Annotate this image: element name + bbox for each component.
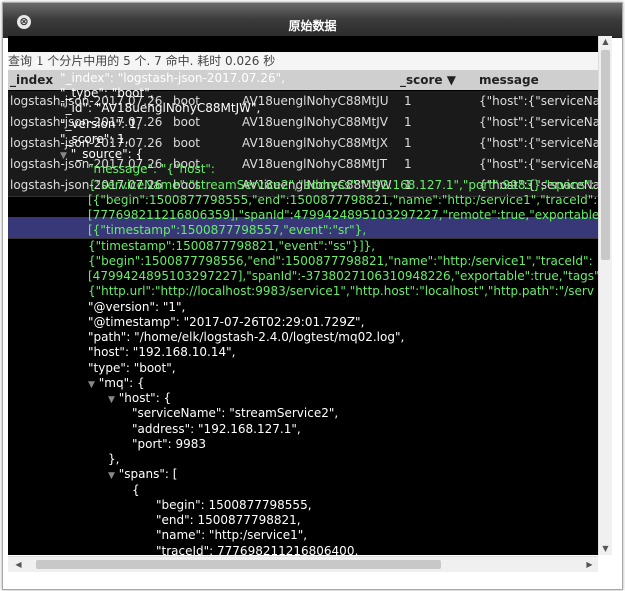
horizontal-scrollbar[interactable]: ◀ ▶ — [8, 556, 598, 572]
scroll-left-icon[interactable]: ◀ — [12, 559, 25, 571]
json-line: "end": 1500877798821, — [156, 513, 301, 527]
json-line: [777698211216806359],"spanId":4799424895… — [88, 208, 598, 222]
json-line: }, — [108, 452, 120, 466]
json-tree: { "_index": "logstash-json-2017.07.26", … — [8, 36, 598, 555]
json-line: "begin": 1500877798555, — [156, 498, 312, 512]
scroll-down-icon[interactable]: ▼ — [599, 543, 612, 555]
json-line[interactable]: ▼ "host": { — [108, 390, 171, 406]
json-line: "address": "192.168.127.1", — [132, 422, 301, 436]
json-line: [{"timestamp":1500877798557,"event":"sr"… — [88, 223, 367, 237]
json-line: {"timestamp":1500877798821,"event":"ss"}… — [88, 239, 376, 253]
collapse-triangle-icon[interactable]: ▼ — [108, 471, 115, 481]
json-line[interactable]: ▼ "mq": { — [88, 375, 145, 391]
json-line: "name": "http:/service1", — [156, 528, 308, 542]
vertical-scrollbar[interactable]: ▲ ▼ — [598, 36, 612, 555]
collapse-triangle-icon[interactable]: ▼ — [88, 380, 95, 390]
json-line: "_version": 1, — [60, 117, 141, 131]
json-line: [{"begin":1500877798555,"end":1500877798… — [88, 193, 598, 207]
json-line[interactable]: ▼ "_source": { — [60, 146, 143, 162]
json-line: "_type": "boot", — [60, 86, 154, 100]
json-line: { — [132, 483, 140, 497]
dialog-titlebar[interactable]: ⊗ 原始数据 — [3, 3, 622, 38]
json-line: {"begin":1500877798556,"end":15008777988… — [88, 254, 593, 268]
json-line: "serviceName": "streamService2", — [132, 406, 339, 420]
json-line: "port": 9983 — [132, 437, 207, 451]
scroll-right-icon[interactable]: ▶ — [583, 559, 596, 571]
json-line: [4799424895103297227],"spanId":-37380271… — [88, 269, 598, 283]
collapse-triangle-icon[interactable]: ▼ — [60, 151, 67, 161]
json-line: { — [34, 54, 42, 68]
collapse-triangle-icon[interactable]: ▼ — [108, 395, 115, 405]
horizontal-scroll-thumb[interactable] — [36, 560, 441, 569]
json-line: "@version": "1", — [88, 300, 186, 314]
json-viewport[interactable]: 查询 1 个分片中用的 5 个. 7 命中. 耗时 0.026 秒 _index… — [8, 36, 598, 555]
dialog-title: 原始数据 — [288, 19, 337, 33]
json-line: "_index": "logstash-json-2017.07.26", — [60, 71, 285, 85]
json-line: {"http.url":"http://localhost:9983/servi… — [88, 284, 594, 298]
json-line: "host": "192.168.10.14", — [88, 345, 236, 359]
json-line: "_id": "AV18uenglNohyC88MtJW", — [60, 101, 261, 115]
json-line: "traceId": 777698211216806400, — [156, 544, 359, 555]
json-line: "type": "boot", — [88, 361, 176, 375]
vertical-scroll-thumb[interactable] — [601, 50, 610, 260]
json-line: "@timestamp": "2017-07-26T02:29:01.729Z"… — [88, 315, 365, 329]
json-line[interactable]: ▼ "spans": [ — [108, 466, 177, 482]
json-line: "_score": 1, — [60, 132, 129, 146]
json-line: "path": "/home/elk/logstash-2.4.0/logtes… — [88, 330, 405, 344]
scroll-up-icon[interactable]: ▲ — [599, 36, 612, 48]
json-line: {"serviceName":"streamService2","address… — [88, 178, 595, 192]
json-line: "message": "{"host": — [88, 162, 215, 176]
